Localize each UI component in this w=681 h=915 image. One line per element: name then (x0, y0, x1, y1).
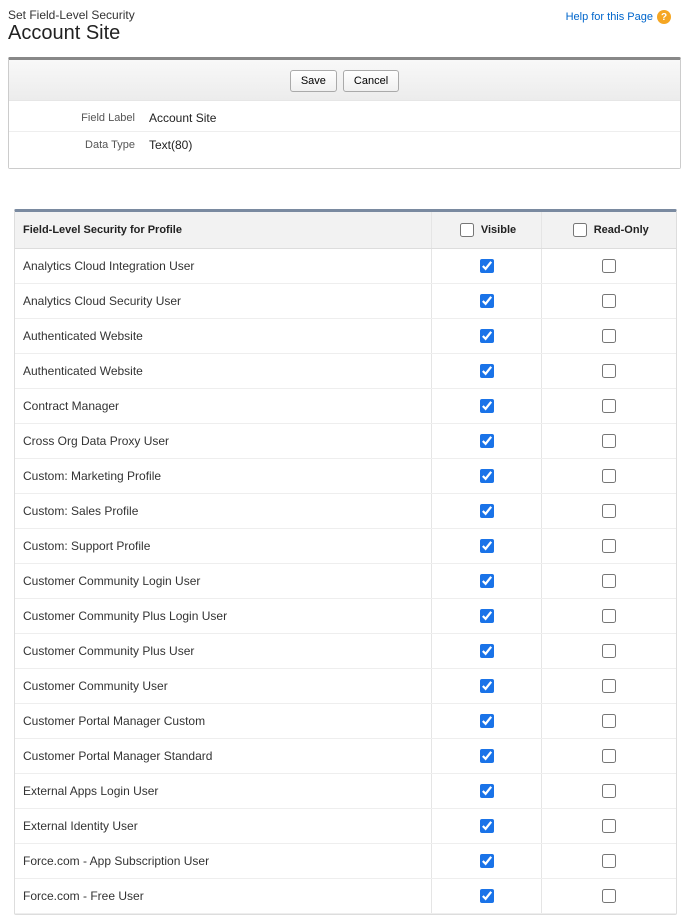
help-link-text: Help for this Page (566, 11, 653, 23)
table-row: External Identity User (15, 809, 676, 844)
cancel-button[interactable]: Cancel (343, 70, 399, 92)
profile-name: Analytics Cloud Integration User (15, 249, 431, 284)
table-row: Force.com - Free User (15, 879, 676, 914)
table-row: Analytics Cloud Integration User (15, 249, 676, 284)
readonly-checkbox[interactable] (602, 539, 616, 553)
select-all-readonly-checkbox[interactable] (573, 223, 587, 237)
table-row: Contract Manager (15, 389, 676, 424)
table-row: Customer Portal Manager Standard (15, 739, 676, 774)
table-row: Force.com - App Subscription User (15, 844, 676, 879)
page-subtitle: Set Field-Level Security (8, 8, 135, 22)
visible-checkbox[interactable] (480, 609, 494, 623)
table-row: Customer Community Plus Login User (15, 599, 676, 634)
readonly-checkbox[interactable] (602, 714, 616, 728)
help-icon: ? (657, 10, 671, 24)
profile-name: Custom: Sales Profile (15, 494, 431, 529)
select-all-visible-checkbox[interactable] (460, 223, 474, 237)
readonly-checkbox[interactable] (602, 819, 616, 833)
readonly-checkbox[interactable] (602, 364, 616, 378)
visible-checkbox[interactable] (480, 364, 494, 378)
profile-name: Customer Community Plus Login User (15, 599, 431, 634)
profiles-table: Field-Level Security for Profile Visible… (15, 212, 676, 914)
readonly-checkbox[interactable] (602, 434, 616, 448)
visible-checkbox[interactable] (480, 504, 494, 518)
readonly-checkbox[interactable] (602, 574, 616, 588)
profile-name: Analytics Cloud Security User (15, 284, 431, 319)
data-type-key: Data Type (19, 139, 149, 151)
col-header-visible: Visible (481, 224, 516, 236)
table-row: External Apps Login User (15, 774, 676, 809)
profiles-panel: Field-Level Security for Profile Visible… (14, 209, 677, 915)
profile-name: External Identity User (15, 809, 431, 844)
profile-name: Custom: Support Profile (15, 529, 431, 564)
visible-checkbox[interactable] (480, 784, 494, 798)
page-title: Account Site (8, 22, 135, 45)
readonly-checkbox[interactable] (602, 644, 616, 658)
table-row: Authenticated Website (15, 319, 676, 354)
save-button[interactable]: Save (290, 70, 337, 92)
visible-checkbox[interactable] (480, 819, 494, 833)
profile-name: Authenticated Website (15, 354, 431, 389)
visible-checkbox[interactable] (480, 539, 494, 553)
readonly-checkbox[interactable] (602, 259, 616, 273)
readonly-checkbox[interactable] (602, 679, 616, 693)
readonly-checkbox[interactable] (602, 469, 616, 483)
table-row: Customer Community User (15, 669, 676, 704)
profile-name: Customer Community Login User (15, 564, 431, 599)
visible-checkbox[interactable] (480, 329, 494, 343)
profile-name: Customer Portal Manager Standard (15, 739, 431, 774)
profile-name: Force.com - App Subscription User (15, 844, 431, 879)
profile-name: Customer Community User (15, 669, 431, 704)
profile-name: Customer Portal Manager Custom (15, 704, 431, 739)
visible-checkbox[interactable] (480, 294, 494, 308)
profile-name: Contract Manager (15, 389, 431, 424)
table-row: Custom: Marketing Profile (15, 459, 676, 494)
visible-checkbox[interactable] (480, 399, 494, 413)
help-link[interactable]: Help for this Page ? (566, 10, 671, 24)
table-row: Customer Community Plus User (15, 634, 676, 669)
table-row: Cross Org Data Proxy User (15, 424, 676, 459)
visible-checkbox[interactable] (480, 644, 494, 658)
table-row: Customer Portal Manager Custom (15, 704, 676, 739)
readonly-checkbox[interactable] (602, 784, 616, 798)
visible-checkbox[interactable] (480, 889, 494, 903)
table-row: Analytics Cloud Security User (15, 284, 676, 319)
field-label-key: Field Label (19, 112, 149, 124)
profile-name: Force.com - Free User (15, 879, 431, 914)
readonly-checkbox[interactable] (602, 294, 616, 308)
col-header-readonly: Read-Only (594, 224, 649, 236)
table-row: Custom: Sales Profile (15, 494, 676, 529)
visible-checkbox[interactable] (480, 854, 494, 868)
readonly-checkbox[interactable] (602, 609, 616, 623)
profile-name: Cross Org Data Proxy User (15, 424, 431, 459)
visible-checkbox[interactable] (480, 714, 494, 728)
profile-name: Customer Community Plus User (15, 634, 431, 669)
button-bar: Save Cancel (9, 60, 680, 101)
profile-name: External Apps Login User (15, 774, 431, 809)
field-label-value: Account Site (149, 111, 216, 125)
visible-checkbox[interactable] (480, 749, 494, 763)
field-detail-panel: Save Cancel Field Label Account Site Dat… (8, 57, 681, 169)
visible-checkbox[interactable] (480, 679, 494, 693)
visible-checkbox[interactable] (480, 469, 494, 483)
table-row: Custom: Support Profile (15, 529, 676, 564)
profile-name: Authenticated Website (15, 319, 431, 354)
readonly-checkbox[interactable] (602, 889, 616, 903)
table-row: Authenticated Website (15, 354, 676, 389)
visible-checkbox[interactable] (480, 434, 494, 448)
profile-name: Custom: Marketing Profile (15, 459, 431, 494)
readonly-checkbox[interactable] (602, 399, 616, 413)
readonly-checkbox[interactable] (602, 749, 616, 763)
col-header-profile: Field-Level Security for Profile (15, 212, 431, 249)
visible-checkbox[interactable] (480, 574, 494, 588)
table-row: Customer Community Login User (15, 564, 676, 599)
readonly-checkbox[interactable] (602, 504, 616, 518)
visible-checkbox[interactable] (480, 259, 494, 273)
data-type-value: Text(80) (149, 138, 192, 152)
readonly-checkbox[interactable] (602, 854, 616, 868)
readonly-checkbox[interactable] (602, 329, 616, 343)
